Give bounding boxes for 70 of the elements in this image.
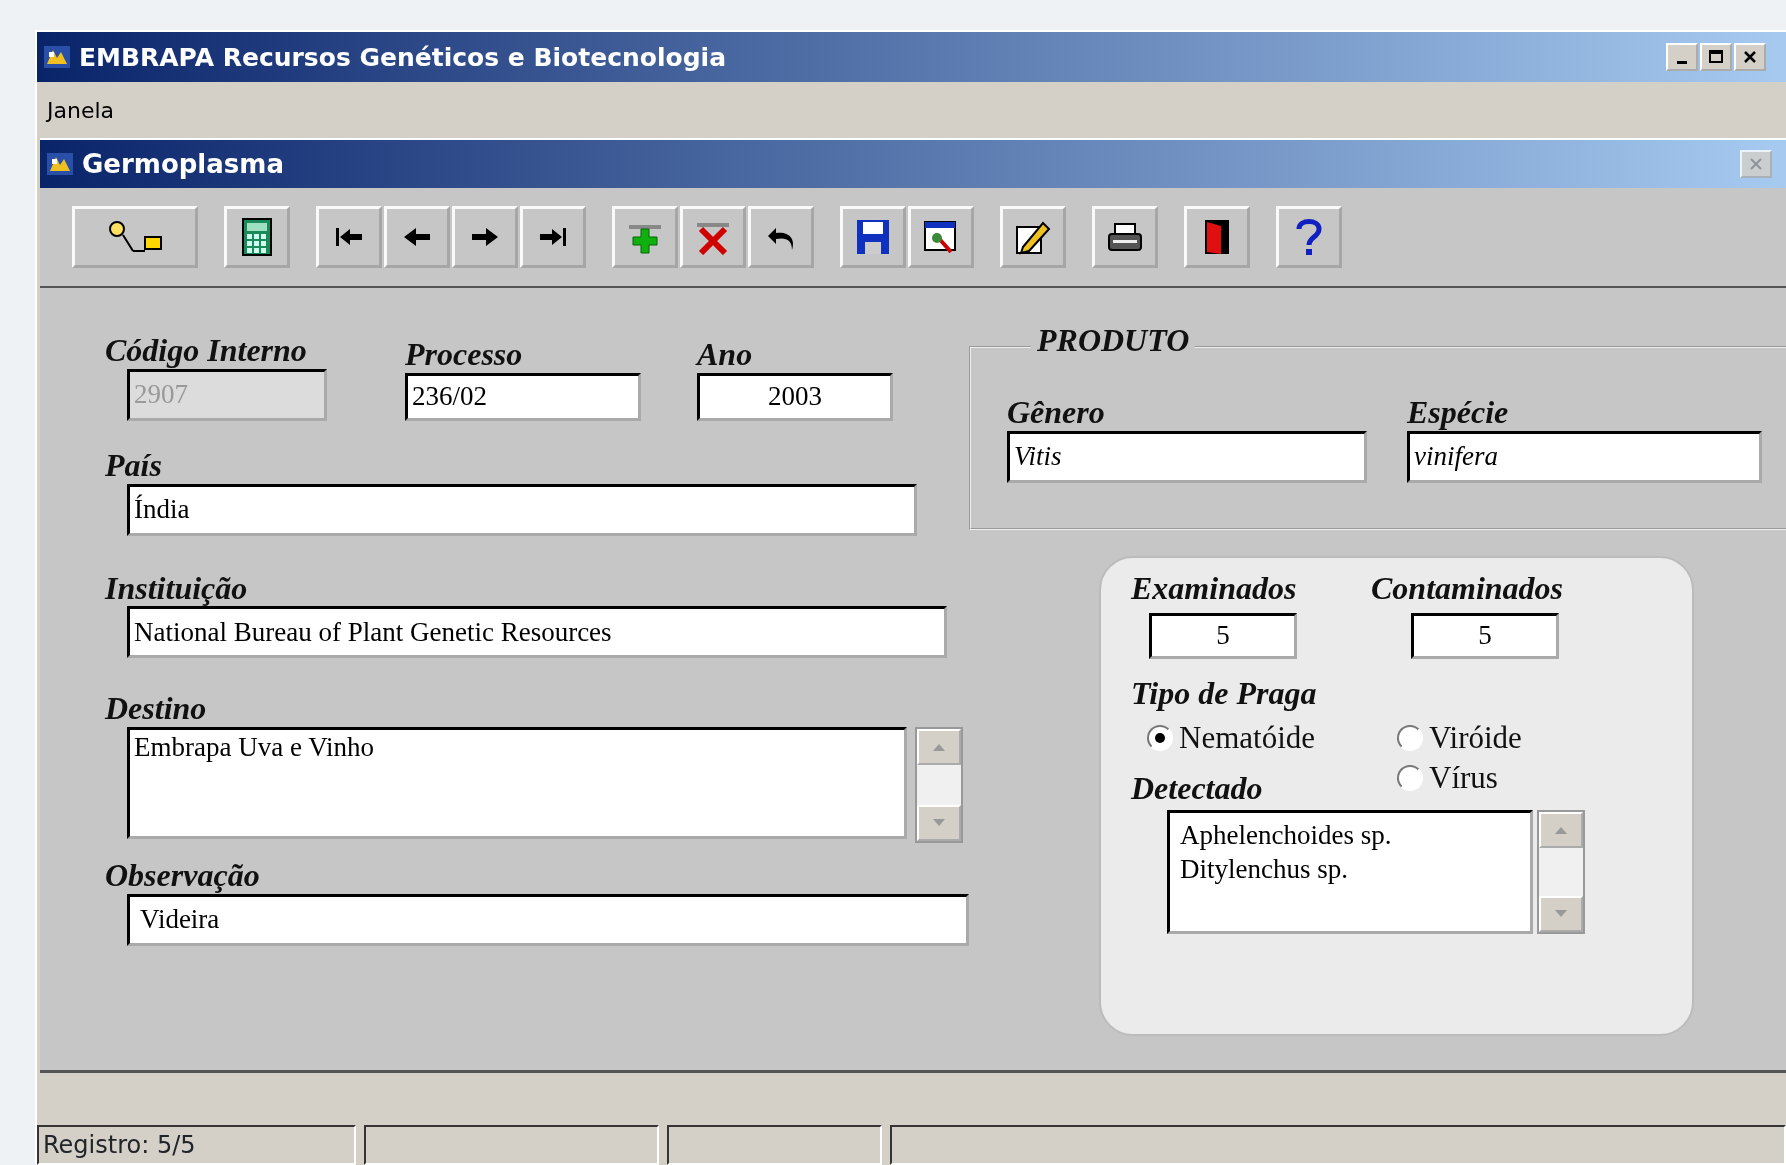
field-label: País	[105, 446, 162, 484]
radio-option[interactable]: Vírus	[1397, 759, 1597, 796]
help-button[interactable]	[1276, 206, 1342, 268]
input-field[interactable]: 236/02	[405, 372, 641, 421]
scrollbar[interactable]	[915, 727, 963, 844]
last-record-button[interactable]	[520, 206, 586, 268]
field-label: Examinados	[1131, 570, 1297, 607]
input-field[interactable]: 2003	[697, 372, 893, 421]
field-label: Contaminados	[1371, 570, 1564, 607]
field-label: Observação	[105, 857, 260, 894]
search-button[interactable]	[72, 206, 198, 268]
previous-button[interactable]	[384, 206, 450, 268]
print-button[interactable]	[1092, 206, 1158, 268]
close-icon	[1748, 156, 1764, 172]
exit-button[interactable]	[1184, 206, 1250, 268]
calculator-icon	[239, 217, 275, 257]
scroll-up-button[interactable]	[1539, 812, 1583, 849]
scroll-down-button[interactable]	[917, 805, 961, 842]
input-field[interactable]: Vitis	[1007, 430, 1367, 483]
maximize-icon	[1708, 49, 1724, 65]
field-label: Espécie	[1407, 394, 1509, 431]
preview-icon	[923, 218, 959, 256]
text-area[interactable]: Embrapa Uva e Vinho	[127, 727, 907, 840]
window-title: EMBRAPA Recursos Genéticos e Biotecnologia	[79, 42, 727, 72]
field-label: Tipo de Praga	[1131, 674, 1317, 712]
edit-button[interactable]	[1000, 206, 1066, 268]
delete-button[interactable]	[680, 206, 746, 268]
input-field[interactable]: Índia	[127, 483, 917, 536]
window-title: Germoplasma	[82, 149, 284, 179]
save-button[interactable]	[840, 206, 906, 268]
field-label: Instituição	[105, 569, 248, 607]
field-label: Destino	[105, 690, 207, 728]
printer-icon	[1107, 220, 1143, 254]
input-field[interactable]: National Bureau of Plant Genetic Resources	[127, 606, 947, 659]
scroll-up-button[interactable]	[917, 729, 961, 766]
maximize-button[interactable]	[1700, 43, 1732, 71]
undo-button[interactable]	[748, 206, 814, 268]
radio-option[interactable]: Nematóide	[1147, 719, 1397, 756]
up-arrow-icon	[1553, 825, 1569, 836]
input-field[interactable]: vinifera	[1407, 430, 1762, 483]
scroll-down-button[interactable]	[1539, 896, 1583, 933]
status-text: Registro: 5/5	[37, 1125, 356, 1165]
radio-button[interactable]	[1147, 724, 1173, 751]
menu-item[interactable]: Janela	[45, 95, 117, 125]
field-label: Detectado	[1131, 769, 1263, 807]
next-button[interactable]	[452, 206, 518, 268]
scrollbar[interactable]	[1537, 810, 1585, 935]
close-button[interactable]	[1734, 43, 1766, 71]
up-arrow-icon	[931, 742, 947, 753]
app-icon	[43, 44, 71, 70]
minimize-button[interactable]	[1666, 43, 1698, 71]
radio-button[interactable]	[1397, 724, 1423, 751]
preview-button[interactable]	[908, 206, 974, 268]
field-label: Ano	[697, 336, 753, 373]
add-button[interactable]	[612, 206, 678, 268]
radio-button[interactable]	[1397, 764, 1423, 791]
input-field[interactable]: 5	[1411, 612, 1559, 659]
radio-option[interactable]: Viróide	[1397, 719, 1597, 756]
app-icon	[46, 151, 74, 177]
first-record-button[interactable]	[316, 206, 382, 268]
field-label: Processo	[405, 336, 523, 373]
calculator-button[interactable]	[224, 206, 290, 268]
close-icon	[1742, 49, 1758, 65]
field-label: Código Interno	[105, 332, 307, 369]
list-item[interactable]: Ditylenchus sp.	[1180, 853, 1348, 887]
minimize-icon	[1677, 60, 1687, 64]
input-field[interactable]: 5	[1149, 612, 1297, 659]
list-item[interactable]: Aphelenchoides sp.	[1180, 819, 1392, 854]
field-label: Gênero	[1007, 394, 1105, 431]
input-field[interactable]: Videira	[127, 894, 969, 946]
